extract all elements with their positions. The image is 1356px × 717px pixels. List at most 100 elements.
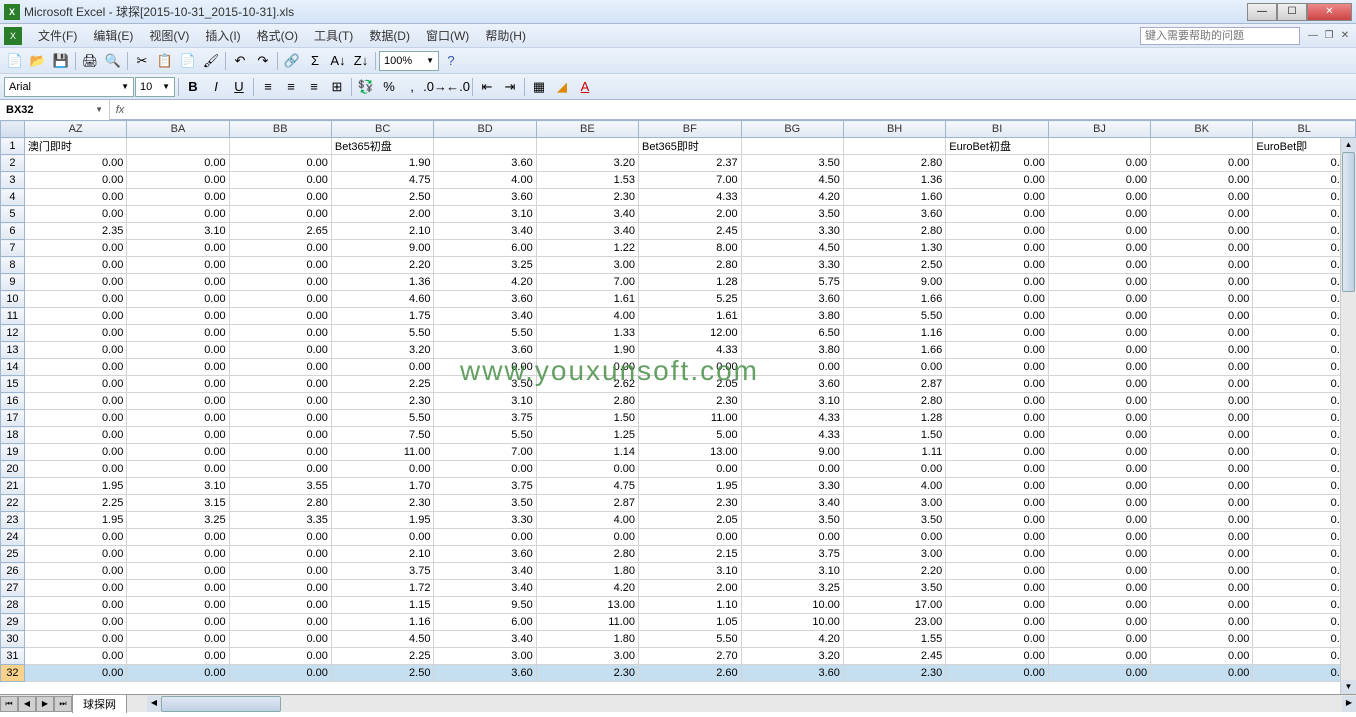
cell[interactable]: 0.00 xyxy=(946,461,1049,478)
cell[interactable]: 0.00 xyxy=(127,172,229,189)
cell[interactable]: 0.00 xyxy=(24,257,126,274)
row-header[interactable]: 26 xyxy=(1,563,25,580)
cell[interactable]: 0.00 xyxy=(1151,648,1253,665)
cell[interactable]: 1.95 xyxy=(24,478,126,495)
print-preview-button[interactable]: 🔍 xyxy=(102,50,124,72)
cell[interactable]: 0.00 xyxy=(536,359,638,376)
cell[interactable]: 0.00 xyxy=(229,206,331,223)
cell[interactable]: 2.62 xyxy=(536,376,638,393)
grid[interactable]: AZBABBBCBDBEBFBGBHBIBJBKBL1澳门即时Bet365初盘B… xyxy=(0,120,1356,682)
cell[interactable]: 0.00 xyxy=(229,648,331,665)
column-header[interactable]: BF xyxy=(639,121,742,138)
cell[interactable]: 0.00 xyxy=(843,529,945,546)
row-header[interactable]: 20 xyxy=(1,461,25,478)
row-header[interactable]: 11 xyxy=(1,308,25,325)
cell[interactable]: 0.00 xyxy=(1151,257,1253,274)
cell[interactable]: 0.00 xyxy=(24,325,126,342)
font-color-button[interactable]: A xyxy=(574,76,596,98)
cell[interactable]: 0.00 xyxy=(127,274,229,291)
cell[interactable]: 0.00 xyxy=(1048,342,1150,359)
cell[interactable]: 4.50 xyxy=(331,631,434,648)
cell[interactable]: 0.00 xyxy=(946,444,1049,461)
percent-button[interactable]: % xyxy=(378,76,400,98)
sheet-tab[interactable]: 球探网 xyxy=(72,695,127,713)
cell[interactable]: 7.00 xyxy=(434,444,536,461)
cell[interactable]: 0.00 xyxy=(536,461,638,478)
cell[interactable]: 3.60 xyxy=(741,291,843,308)
cell[interactable]: 0.00 xyxy=(1151,427,1253,444)
cell[interactable]: 0.00 xyxy=(24,274,126,291)
new-button[interactable]: 📄 xyxy=(4,50,26,72)
column-header[interactable]: BC xyxy=(331,121,434,138)
cell[interactable]: 0.00 xyxy=(946,325,1049,342)
cell[interactable]: Bet365初盘 xyxy=(331,138,434,155)
cell[interactable]: 0.00 xyxy=(1151,359,1253,376)
cell[interactable]: 2.00 xyxy=(331,206,434,223)
sort-asc-button[interactable]: A↓ xyxy=(327,50,349,72)
cell[interactable] xyxy=(536,138,638,155)
cell[interactable]: 8.00 xyxy=(639,240,742,257)
cell[interactable]: 0.00 xyxy=(946,580,1049,597)
decrease-decimal-button[interactable]: ←.0 xyxy=(447,76,469,98)
sort-desc-button[interactable]: Z↓ xyxy=(350,50,372,72)
cell[interactable]: 0.00 xyxy=(946,223,1049,240)
cell[interactable]: 2.87 xyxy=(536,495,638,512)
cell[interactable]: 0.00 xyxy=(1151,223,1253,240)
cell[interactable]: 0.00 xyxy=(1048,223,1150,240)
cell[interactable]: 0.00 xyxy=(127,648,229,665)
merge-center-button[interactable]: ⊞ xyxy=(326,76,348,98)
cell[interactable]: 0.00 xyxy=(1048,597,1150,614)
cell[interactable]: 0.00 xyxy=(1048,444,1150,461)
cell[interactable] xyxy=(127,138,229,155)
cell[interactable]: 0.00 xyxy=(127,155,229,172)
row-header[interactable]: 23 xyxy=(1,512,25,529)
cell[interactable]: 0.00 xyxy=(1151,172,1253,189)
cell[interactable]: 0.00 xyxy=(24,597,126,614)
cell[interactable]: 4.50 xyxy=(741,240,843,257)
cell[interactable]: 0.00 xyxy=(127,529,229,546)
cell[interactable]: 0.00 xyxy=(24,614,126,631)
cell[interactable]: 0.00 xyxy=(1048,257,1150,274)
cell[interactable]: 0.00 xyxy=(1151,529,1253,546)
row-header[interactable]: 16 xyxy=(1,393,25,410)
cell[interactable]: 0.00 xyxy=(946,410,1049,427)
cell[interactable]: 3.00 xyxy=(843,546,945,563)
row-header[interactable]: 14 xyxy=(1,359,25,376)
column-header[interactable]: AZ xyxy=(24,121,126,138)
cell[interactable]: 0.00 xyxy=(127,665,229,682)
menu-item[interactable]: 插入(I) xyxy=(197,27,248,45)
cell[interactable]: 0.00 xyxy=(24,291,126,308)
cell[interactable]: 0.00 xyxy=(24,461,126,478)
cell[interactable]: 0.00 xyxy=(1048,665,1150,682)
cell[interactable]: 3.15 xyxy=(127,495,229,512)
cell[interactable]: 1.90 xyxy=(536,342,638,359)
cell[interactable]: 7.50 xyxy=(331,427,434,444)
cell[interactable]: 0.00 xyxy=(229,665,331,682)
cell[interactable]: 1.33 xyxy=(536,325,638,342)
cell[interactable]: 2.15 xyxy=(639,546,742,563)
borders-button[interactable]: ▦ xyxy=(528,76,550,98)
cell[interactable]: 0.00 xyxy=(229,240,331,257)
cell[interactable]: 0.00 xyxy=(946,427,1049,444)
cell[interactable]: 2.35 xyxy=(24,223,126,240)
row-header[interactable]: 25 xyxy=(1,546,25,563)
cell[interactable]: 0.00 xyxy=(1151,376,1253,393)
cell[interactable]: 1.90 xyxy=(331,155,434,172)
cell[interactable]: 0.00 xyxy=(229,189,331,206)
print-button[interactable]: 🖨 xyxy=(79,50,101,72)
cell[interactable]: 3.00 xyxy=(536,648,638,665)
cell[interactable]: 2.80 xyxy=(843,393,945,410)
column-header[interactable]: BK xyxy=(1151,121,1253,138)
cell[interactable]: 2.80 xyxy=(843,223,945,240)
cell[interactable]: 2.37 xyxy=(639,155,742,172)
cell[interactable]: 0.00 xyxy=(1151,597,1253,614)
cell[interactable]: 0.00 xyxy=(127,546,229,563)
cell[interactable]: 0.00 xyxy=(127,427,229,444)
cell[interactable]: 5.50 xyxy=(434,427,536,444)
currency-button[interactable]: 💱 xyxy=(355,76,377,98)
cell[interactable]: 3.50 xyxy=(741,512,843,529)
cell[interactable]: 3.20 xyxy=(536,155,638,172)
cell[interactable]: 0.00 xyxy=(229,172,331,189)
cell[interactable]: 3.50 xyxy=(843,580,945,597)
cell[interactable]: 0.00 xyxy=(127,240,229,257)
